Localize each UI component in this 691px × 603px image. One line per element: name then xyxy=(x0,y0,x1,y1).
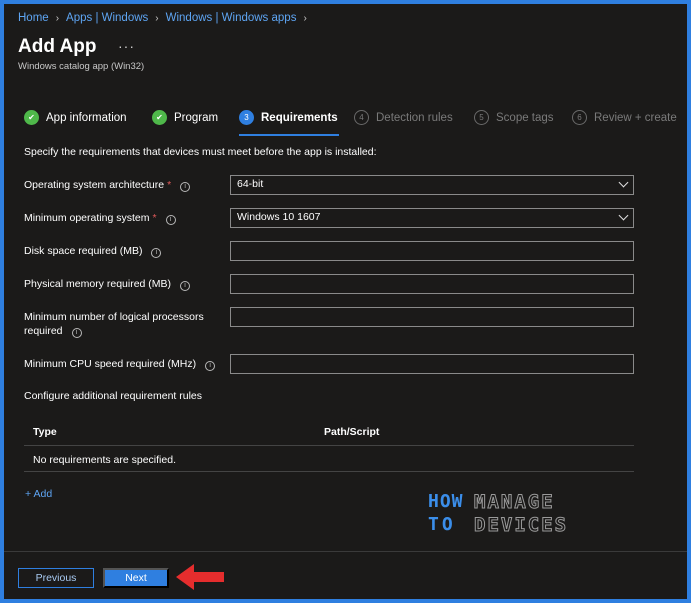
column-header-path-script: Path/Script xyxy=(324,426,380,438)
os-architecture-select[interactable]: 64-bit xyxy=(230,175,634,195)
logo-devices: DEVICES xyxy=(473,514,569,537)
step-number-icon: 6 xyxy=(572,110,587,125)
step-label: Review + create xyxy=(594,111,677,124)
physical-memory-input[interactable] xyxy=(230,274,634,294)
empty-table-message: No requirements are specified. xyxy=(33,454,176,466)
min-os-label: Minimum operating system * i xyxy=(24,211,224,225)
step-label: App information xyxy=(46,111,127,124)
os-architecture-label: Operating system architecture * i xyxy=(24,178,224,192)
logo-manage: MANAGE xyxy=(474,491,555,514)
tab-detection-rules[interactable]: 4 Detection rules xyxy=(354,110,453,125)
info-icon[interactable]: i xyxy=(151,248,162,258)
info-icon[interactable]: i xyxy=(180,281,191,291)
logo-to: TO xyxy=(428,514,456,535)
chevron-right-icon: › xyxy=(155,12,159,24)
chevron-right-icon: › xyxy=(303,12,307,24)
cpu-speed-label: Minimum CPU speed required (MHz) i xyxy=(24,357,244,371)
page-subtitle: Windows catalog app (Win32) xyxy=(18,61,145,72)
step-label: Requirements xyxy=(261,111,338,124)
info-icon[interactable]: i xyxy=(165,215,176,225)
cpu-speed-input[interactable] xyxy=(230,354,634,374)
logo-how: HOW xyxy=(428,491,464,512)
info-icon[interactable]: i xyxy=(205,361,216,371)
previous-button[interactable]: Previous xyxy=(18,568,94,588)
next-button[interactable]: Next xyxy=(103,568,169,588)
additional-rules-heading: Configure additional requirement rules xyxy=(24,390,203,402)
logical-processors-input[interactable] xyxy=(230,307,634,327)
tab-requirements[interactable]: 3 Requirements xyxy=(239,110,338,125)
step-label: Detection rules xyxy=(376,111,453,124)
step-number-icon: 4 xyxy=(354,110,369,125)
step-number-icon: 5 xyxy=(474,110,489,125)
breadcrumb: Home › Apps | Windows › Windows | Window… xyxy=(18,12,314,24)
how-to-manage-devices-logo: HOW TO MANAGE DEVICES xyxy=(428,491,578,539)
logical-processors-label: Minimum number of logical processors req… xyxy=(24,311,204,338)
wizard-steps: ✔ App information ✔ Program 3 Requiremen… xyxy=(24,110,684,136)
red-arrow-icon xyxy=(176,564,224,590)
info-icon[interactable]: i xyxy=(180,182,191,192)
chevron-down-icon xyxy=(618,177,629,188)
add-requirement-link[interactable]: + Add xyxy=(25,488,52,500)
checkmark-icon: ✔ xyxy=(24,110,39,125)
physical-memory-label: Physical memory required (MB) i xyxy=(24,277,224,291)
chevron-right-icon: › xyxy=(55,12,60,24)
tab-scope-tags[interactable]: 5 Scope tags xyxy=(474,110,554,125)
breadcrumb-apps-windows[interactable]: Apps | Windows xyxy=(66,12,148,24)
more-options-icon[interactable]: ··· xyxy=(118,38,135,54)
info-icon[interactable]: i xyxy=(71,328,82,338)
breadcrumb-windows-apps[interactable]: Windows | Windows apps xyxy=(166,12,297,24)
requirements-intro: Specify the requirements that devices mu… xyxy=(24,146,377,158)
step-label: Scope tags xyxy=(496,111,554,124)
tab-program[interactable]: ✔ Program xyxy=(152,110,218,125)
step-label: Program xyxy=(174,111,219,124)
breadcrumb-home[interactable]: Home xyxy=(18,12,49,24)
min-os-select[interactable]: Windows 10 1607 xyxy=(230,208,634,228)
requirements-table-header: Type Path/Script xyxy=(24,416,634,446)
disk-space-input[interactable] xyxy=(230,241,634,261)
table-row: No requirements are specified. xyxy=(24,446,634,472)
page-title: Add App xyxy=(18,36,97,57)
step-number-icon: 3 xyxy=(239,110,254,125)
tab-review-create[interactable]: 6 Review + create xyxy=(572,110,677,125)
window-frame: Home › Apps | Windows › Windows | Window… xyxy=(0,0,691,603)
footer-divider xyxy=(4,551,687,552)
required-asterisk: * xyxy=(167,179,172,191)
tab-app-information[interactable]: ✔ App information xyxy=(24,110,127,125)
active-step-indicator xyxy=(239,134,339,136)
required-asterisk: * xyxy=(152,212,157,224)
chevron-down-icon xyxy=(618,210,629,221)
checkmark-icon: ✔ xyxy=(152,110,167,125)
disk-space-label: Disk space required (MB) i xyxy=(24,244,224,258)
column-header-type: Type xyxy=(33,426,57,438)
